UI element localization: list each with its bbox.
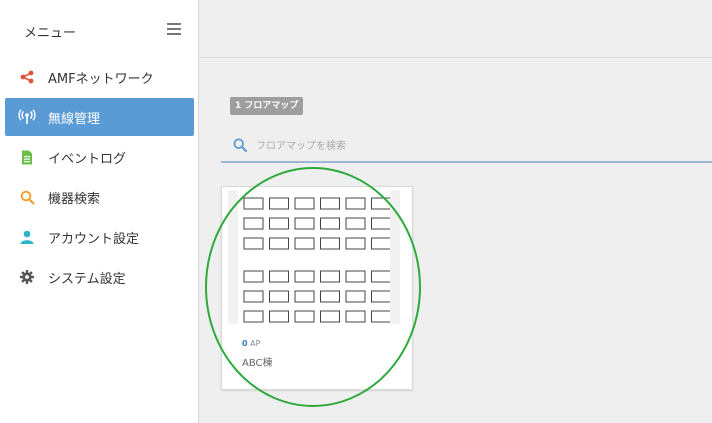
- sidebar-item-system-settings[interactable]: システム設定: [5, 258, 194, 296]
- user-icon: [18, 228, 36, 246]
- menu-title: メニュー: [24, 26, 77, 41]
- search-icon: [18, 188, 36, 206]
- sidebar: メニュー AMFネットワーク 無線管理 イベントログ 機器検索 アカウント設定 …: [0, 0, 199, 423]
- gear-icon: [18, 268, 36, 286]
- sidebar-item-wireless[interactable]: 無線管理: [5, 98, 194, 136]
- sidebar-item-label: システム設定: [48, 271, 126, 287]
- menu-header: メニュー: [0, 0, 199, 60]
- sidebar-nav: AMFネットワーク 無線管理 イベントログ 機器検索 アカウント設定 システム設…: [0, 58, 199, 298]
- share-icon: [18, 68, 36, 86]
- sidebar-item-label: アカウント設定: [48, 231, 140, 247]
- ap-count: 0 AP: [242, 339, 261, 348]
- floor-map-card[interactable]: 0 AP ABC棟: [221, 186, 413, 390]
- floor-map-name: ABC棟: [242, 358, 273, 369]
- app-window: メニュー AMFネットワーク 無線管理 イベントログ 機器検索 アカウント設定 …: [0, 0, 712, 423]
- sidebar-item-device-search[interactable]: 機器検索: [5, 178, 194, 216]
- floor-map-thumbnail: [228, 190, 400, 324]
- hamburger-menu-icon[interactable]: [167, 23, 181, 35]
- floor-map-count-badge: 1 フロアマップ: [230, 97, 304, 115]
- main-content: 1 フロアマップ 0 AP ABC棟: [200, 58, 712, 423]
- document-icon: [18, 148, 36, 166]
- search-icon: [233, 137, 248, 156]
- sidebar-item-label: 無線管理: [48, 111, 101, 127]
- sidebar-item-label: 機器検索: [48, 191, 101, 207]
- sidebar-item-event-log[interactable]: イベントログ: [5, 138, 194, 176]
- sidebar-item-label: AMFネットワーク: [48, 71, 154, 87]
- sidebar-item-amf-network[interactable]: AMFネットワーク: [5, 58, 194, 96]
- wireless-antenna-icon: [18, 108, 36, 126]
- floor-map-search: [221, 129, 712, 163]
- top-bar: [200, 0, 712, 58]
- sidebar-item-account-settings[interactable]: アカウント設定: [5, 218, 194, 256]
- sidebar-item-label: イベントログ: [48, 151, 127, 167]
- floor-map-search-input[interactable]: [254, 135, 698, 157]
